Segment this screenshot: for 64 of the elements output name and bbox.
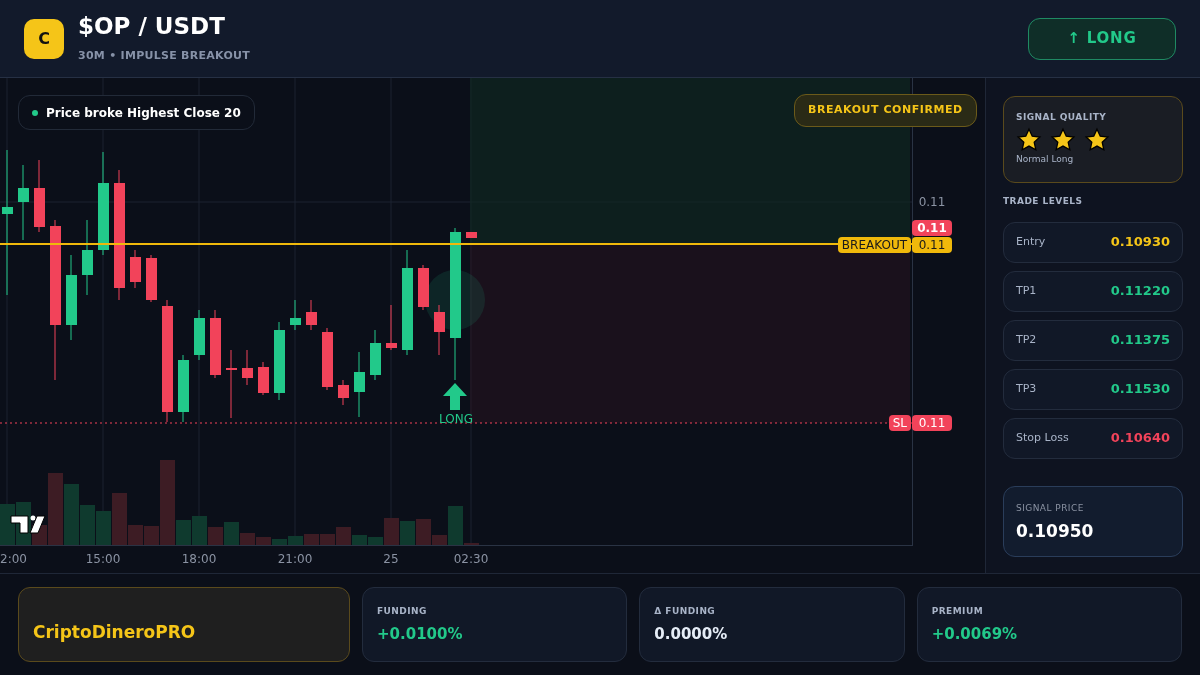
- price-label: 0.11: [912, 415, 952, 431]
- candle: [354, 351, 365, 418]
- star-icon: [1084, 126, 1110, 153]
- time-label: 18:00: [181, 551, 217, 568]
- pair-title: $OP / USDT: [78, 12, 226, 41]
- candle: [306, 299, 317, 331]
- price-label: 0.11: [917, 194, 947, 210]
- candle: [146, 254, 157, 303]
- candle: [466, 231, 477, 239]
- time-label: 15:00: [85, 551, 121, 568]
- card-title: SIGNAL QUALITY: [1016, 111, 1108, 124]
- metric-value: +0.0069%: [931, 623, 1019, 645]
- section-title: TRADE LEVELS: [1003, 195, 1084, 208]
- breakout-badge: BREAKOUT CONFIRMED: [794, 94, 977, 127]
- candle: [242, 349, 253, 386]
- level-value: 0.11530: [1110, 380, 1170, 399]
- level-value: 0.11375: [1110, 331, 1170, 350]
- metric-value: +0.0100%: [377, 623, 464, 645]
- candle: [130, 249, 141, 289]
- level-value: 0.10640: [1110, 429, 1170, 448]
- price-tag: BREAKOUT: [837, 237, 911, 253]
- candle: [338, 379, 349, 406]
- candle: [226, 349, 237, 419]
- time-label: 25: [382, 551, 400, 568]
- candle: [370, 329, 381, 381]
- tradingview-logo-icon: [10, 515, 46, 534]
- legend-text: Price broke Highest Close 20: [46, 104, 241, 122]
- metric-label: Δ FUNDING: [654, 605, 717, 618]
- candle: [290, 299, 301, 331]
- level-value: 0.11220: [1110, 282, 1170, 301]
- up-arrow-icon: [443, 383, 467, 410]
- price-label: 0.11: [912, 237, 952, 253]
- signal-price-value: 0.10950: [1016, 520, 1095, 543]
- time-label: 21:00: [277, 551, 313, 568]
- metric-value: 0.0000%: [654, 623, 729, 645]
- time-label: 02:30: [453, 551, 489, 568]
- level-label: Stop Loss: [1016, 429, 1069, 446]
- brand-card: CriptoDineroPRO: [18, 587, 350, 662]
- level-value: 0.10930: [1110, 233, 1170, 252]
- pair-subtitle: 30M • IMPULSE BREAKOUT: [78, 48, 250, 65]
- price-tag: SL: [888, 415, 911, 431]
- metric-label: PREMIUM: [931, 605, 985, 618]
- level-label: TP2: [1016, 331, 1037, 348]
- level-label: TP1: [1016, 282, 1037, 299]
- price-label: 0.11: [912, 220, 952, 236]
- card-title: SIGNAL PRICE: [1016, 501, 1085, 515]
- time-label: 2:00: [0, 551, 27, 568]
- long-button[interactable]: ↑ LONG: [1028, 17, 1176, 60]
- candle: [386, 304, 397, 351]
- candle: [194, 309, 205, 361]
- quality-label: Normal Long: [1016, 152, 1075, 166]
- candle: [258, 361, 269, 396]
- candle: [434, 304, 445, 356]
- level-label: TP3: [1016, 380, 1037, 397]
- candle: [210, 309, 221, 379]
- candle: [418, 264, 429, 311]
- candle: [178, 354, 189, 423]
- star-icon: [1016, 126, 1042, 153]
- level-label: Entry: [1016, 233, 1046, 250]
- star-icon: [1050, 126, 1076, 153]
- candle: [322, 327, 333, 391]
- signal-label: LONG: [439, 412, 473, 426]
- metric-label: FUNDING: [377, 605, 428, 618]
- logo-badge: C: [24, 18, 64, 59]
